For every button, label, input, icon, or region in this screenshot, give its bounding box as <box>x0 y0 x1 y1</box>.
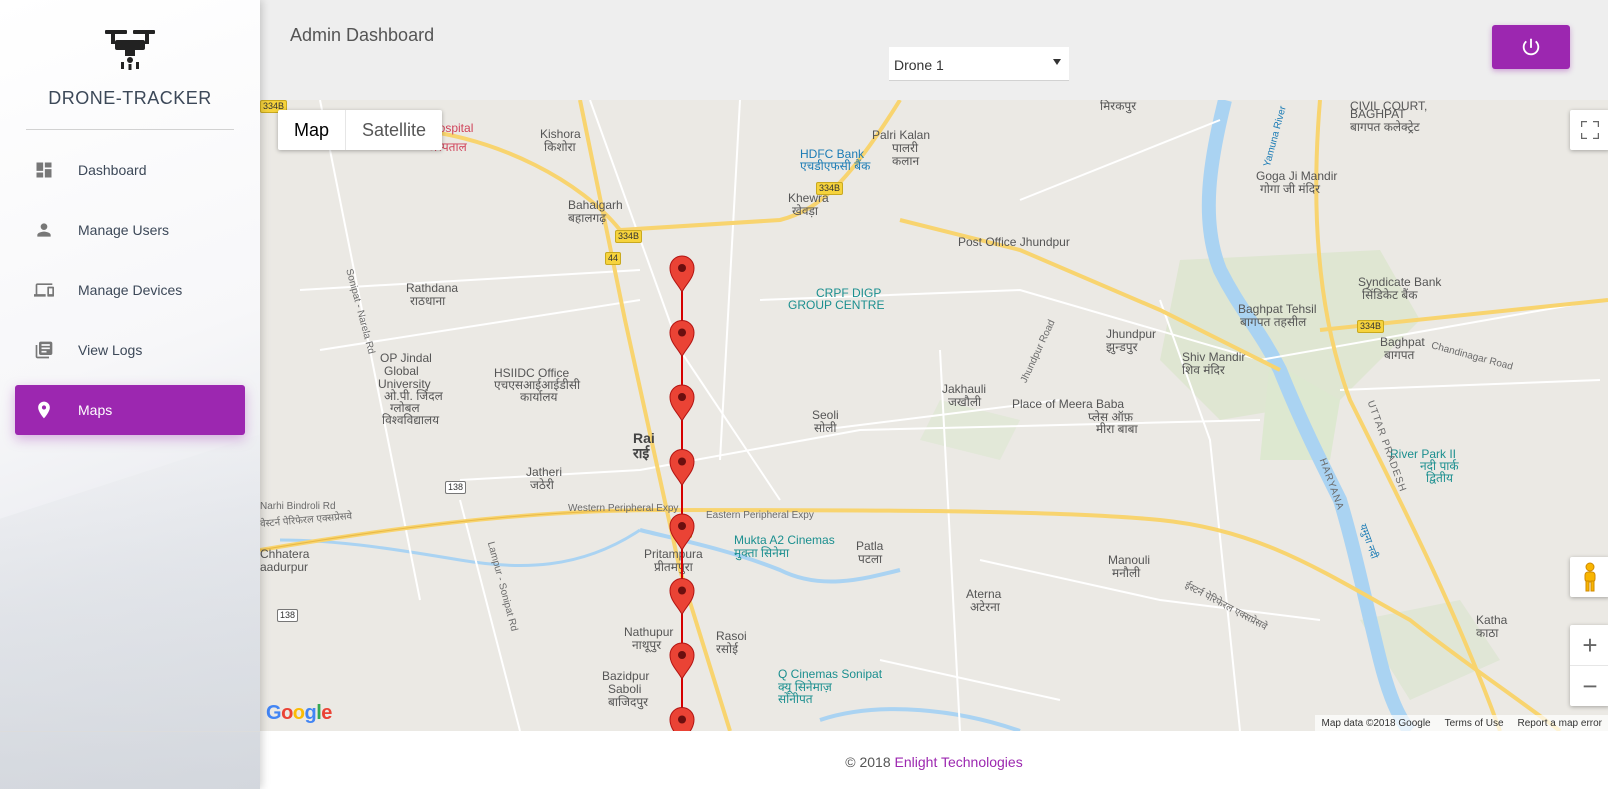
google-logo[interactable]: Google <box>266 702 332 725</box>
drone-marker[interactable] <box>669 578 695 616</box>
zoom-in-button[interactable]: + <box>1570 625 1608 666</box>
drone-marker[interactable] <box>669 320 695 358</box>
sidebar-item-label: View Logs <box>78 342 143 358</box>
zoom-out-button[interactable]: − <box>1570 666 1608 706</box>
drone-marker[interactable] <box>669 384 695 423</box>
sidebar-item-label: Manage Devices <box>78 282 183 298</box>
sidebar-item-label: Maps <box>78 402 113 418</box>
fullscreen-icon <box>1581 121 1599 139</box>
brand-divider <box>26 129 234 130</box>
map-data-text: Map data ©2018 Google <box>1321 717 1431 729</box>
app-name: DRONE-TRACKER <box>48 88 212 108</box>
device-select-value: Drone 1 <box>894 57 944 73</box>
drone-route-layer <box>669 255 695 732</box>
sidebar-item-manage-users[interactable]: Manage Users <box>15 205 245 255</box>
power-icon <box>1522 38 1540 56</box>
drone-marker[interactable] <box>669 513 695 552</box>
zoom-control: + − <box>1570 625 1608 706</box>
drone-marker[interactable] <box>669 707 695 732</box>
brand: DRONE-TRACKER <box>0 24 260 109</box>
logout-button[interactable] <box>1492 25 1570 69</box>
library-books-icon <box>34 340 54 360</box>
sidebar-item-label: Manage Users <box>78 222 170 238</box>
sidebar-nav: Dashboard Manage Users Manage Devices Vi… <box>15 145 245 445</box>
copyright-text: © 2018 <box>845 754 891 770</box>
sidebar-item-manage-devices[interactable]: Manage Devices <box>15 265 245 315</box>
terms-of-use-link[interactable]: Terms of Use <box>1445 718 1504 729</box>
device-select[interactable]: Drone 1 <box>889 47 1069 81</box>
sidebar-item-view-logs[interactable]: View Logs <box>15 325 245 375</box>
map-type-map-button[interactable]: Map <box>278 110 347 150</box>
drone-marker[interactable] <box>669 642 695 681</box>
devices-icon <box>34 280 54 300</box>
map-type-satellite-button[interactable]: Satellite <box>346 110 442 150</box>
person-icon <box>34 220 54 240</box>
footer: © 2018 Enlight Technologies <box>260 731 1608 789</box>
sidebar: DRONE-TRACKER Dashboard Manage Users Man… <box>0 0 260 789</box>
map-attribution: Map data ©2018 Google Terms of Use Repor… <box>1315 715 1608 731</box>
chevron-down-icon <box>1053 59 1061 65</box>
map-type-toggle: Map Satellite <box>278 110 443 150</box>
company-link[interactable]: Enlight Technologies <box>895 754 1023 770</box>
sidebar-item-maps[interactable]: Maps <box>15 385 245 435</box>
page-title: Admin Dashboard <box>290 25 435 45</box>
map-canvas[interactable]: 334B 334B 334B 44 44 138 138 334B Kishor… <box>260 100 1608 731</box>
street-view-button[interactable] <box>1570 557 1608 597</box>
report-map-error-link[interactable]: Report a map error <box>1518 718 1602 729</box>
location-pin-icon <box>34 400 54 420</box>
fullscreen-button[interactable] <box>1570 110 1608 150</box>
drone-marker[interactable] <box>669 449 695 487</box>
street-view-icon <box>1584 562 1596 592</box>
footer-text: © 2018 Enlight Technologies <box>260 754 1608 770</box>
sidebar-divider <box>0 731 260 732</box>
sidebar-item-label: Dashboard <box>78 162 147 178</box>
sidebar-item-dashboard[interactable]: Dashboard <box>15 145 245 195</box>
drone-marker[interactable] <box>669 255 695 294</box>
drone-logo-icon <box>105 30 155 70</box>
dashboard-icon <box>34 160 54 180</box>
